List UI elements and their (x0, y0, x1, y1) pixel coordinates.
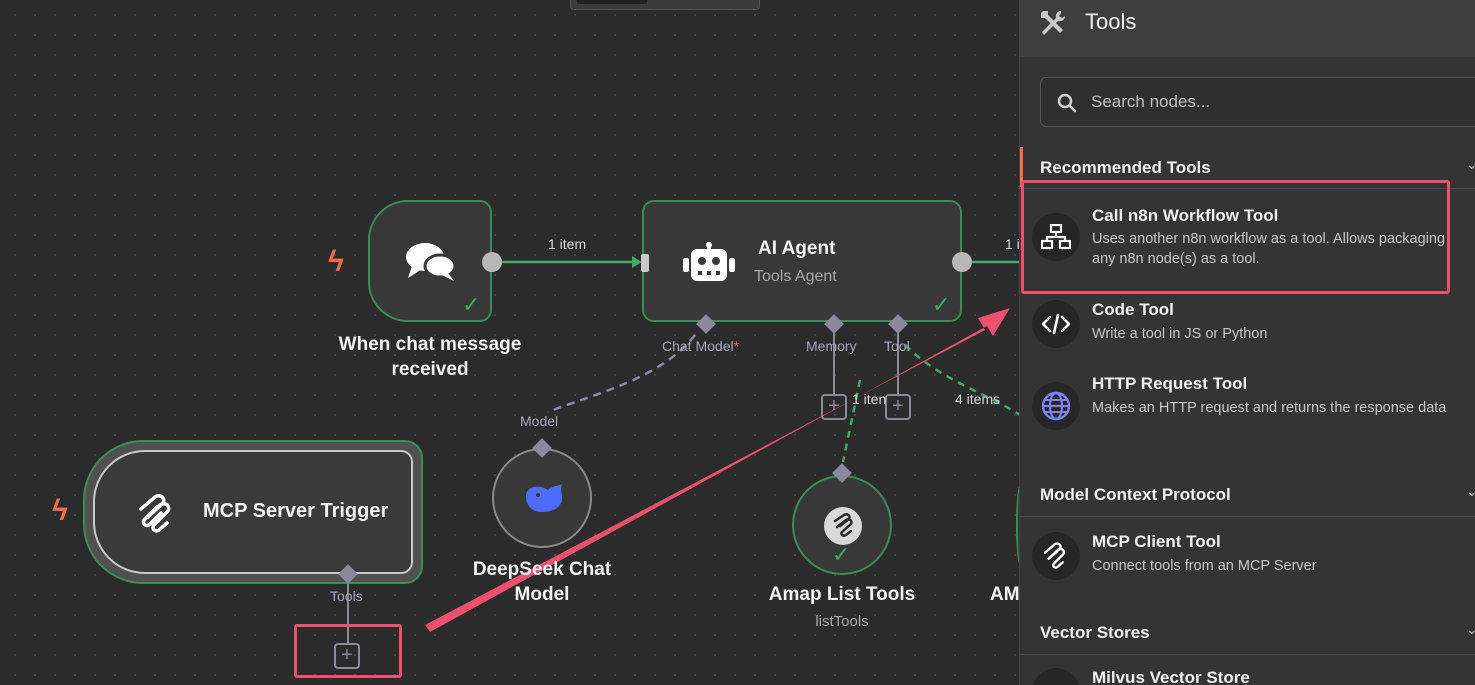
mcp-icon (139, 493, 171, 533)
edge-label-agent-out: 1 i (1005, 236, 1020, 252)
robot-icon (683, 242, 735, 281)
workflow-canvas[interactable]: ϟ ✓ When chat message received 1 item AI… (0, 0, 1020, 685)
edge-label-memory-items: 1 iten (852, 391, 887, 407)
success-check-icon: ✓ (462, 292, 481, 317)
edge-label-tool-items: 4 items (955, 391, 1001, 407)
annotation-highlight-add-tool (294, 624, 402, 678)
tool-item-mcp-client[interactable]: MCP Client Tool Connect tools from an MC… (1020, 528, 1475, 594)
mcp-icon (824, 507, 862, 545)
tool-item-code[interactable]: Code Tool Write a tool in JS or Python (1020, 296, 1475, 362)
trigger-bolt-icon: ϟ (328, 245, 344, 278)
amap-list-tools-subtitle: listTools (815, 613, 869, 630)
tool-item-http-request[interactable]: HTTP Request Tool Makes an HTTP request … (1020, 370, 1475, 450)
chat-trigger-label: When chat message received (338, 334, 522, 380)
mcp-tools-port-label: Tools (330, 588, 363, 604)
ai-agent-node[interactable]: AI Agent Tools Agent ✓ (641, 200, 962, 322)
deepseek-chat-model-node[interactable] (492, 448, 592, 548)
tool-description: Connect tools from an MCP Server (1092, 558, 1317, 574)
chat-model-port-label: Chat Model* (662, 338, 740, 354)
milvus-icon (1032, 668, 1080, 685)
deepseek-model-port-label: Model (520, 413, 559, 429)
tool-name: MCP Client Tool (1092, 532, 1221, 551)
chevron-down-icon[interactable]: ⌄ (1466, 156, 1475, 173)
deepseek-label: DeepSeek Chat Model (472, 559, 612, 605)
tools-panel: Tools Recommended Tools ⌄ Call n8n Workf… (1019, 0, 1475, 685)
tool-item-milvus[interactable]: Milvus Vector Store (1020, 664, 1475, 685)
agent-input-handle[interactable] (641, 254, 649, 272)
section-title-vector-stores[interactable]: Vector Stores (1040, 623, 1150, 643)
mcp-server-trigger-node[interactable]: MCP Server Trigger (93, 450, 413, 574)
partial-node-label: AM (990, 584, 1020, 605)
tool-name: HTTP Request Tool (1092, 374, 1248, 393)
tool-name: Milvus Vector Store (1092, 668, 1250, 685)
tool-name: Code Tool (1092, 300, 1174, 319)
chat-bubbles-icon (406, 243, 457, 281)
chat-trigger-node[interactable]: ✓ (368, 200, 492, 322)
divider (1020, 516, 1475, 517)
amap-list-tools-label: Amap List Tools (768, 584, 916, 605)
add-memory-button[interactable]: + (821, 394, 847, 420)
deepseek-whale-icon (526, 484, 562, 512)
search-box[interactable] (1040, 77, 1475, 127)
section-title-recommended[interactable]: Recommended Tools (1040, 158, 1211, 178)
section-title-mcp[interactable]: Model Context Protocol (1040, 485, 1231, 505)
globe-icon (1032, 382, 1080, 430)
divider (1020, 654, 1475, 655)
tool-description: Makes an HTTP request and returns the re… (1092, 400, 1447, 416)
tool-port-label: Tool (884, 338, 910, 354)
memory-port-label: Memory (806, 338, 857, 354)
mcp-icon (1032, 532, 1080, 580)
tool-description: Write a tool in JS or Python (1092, 326, 1268, 342)
ai-agent-subtitle: Tools Agent (754, 268, 837, 285)
code-icon (1032, 300, 1080, 348)
agent-output-handle[interactable] (952, 252, 972, 272)
wrench-screwdriver-icon (1041, 11, 1065, 35)
chat-trigger-output-handle[interactable] (482, 252, 502, 272)
success-check-icon: ✓ (832, 542, 851, 567)
panel-title: Tools (1085, 9, 1137, 34)
success-check-icon: ✓ (932, 292, 951, 317)
add-tool-button[interactable]: + (885, 394, 911, 420)
edge-label-chat-to-agent: 1 item (548, 236, 587, 252)
search-input[interactable] (1091, 78, 1471, 126)
panel-header: Tools (1020, 0, 1475, 57)
chevron-down-icon[interactable]: ⌄ (1466, 621, 1475, 638)
trigger-bolt-icon: ϟ (52, 494, 68, 527)
amap-list-tools-node[interactable]: ✓ (792, 475, 892, 575)
chevron-down-icon[interactable]: ⌄ (1466, 483, 1475, 500)
ai-agent-title: AI Agent (758, 238, 836, 259)
mcp-server-trigger-label: MCP Server Trigger (203, 500, 389, 522)
annotation-highlight-call-workflow (1021, 180, 1450, 294)
search-icon (1057, 93, 1077, 113)
